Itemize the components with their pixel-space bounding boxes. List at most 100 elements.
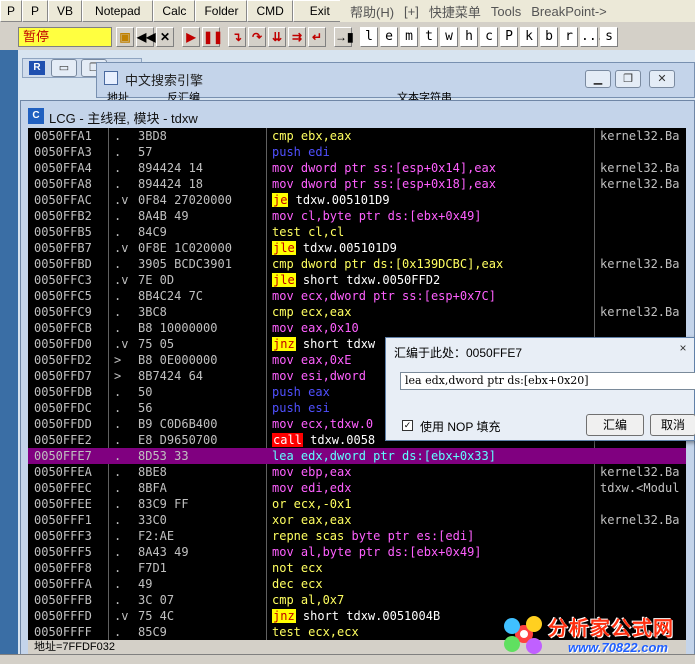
search-restore-icon[interactable]: ❐ (615, 70, 641, 88)
disasm-token: call (272, 433, 303, 447)
disasm-token: byte ptr es:[edi] (344, 529, 475, 543)
disasm-row[interactable]: 0050FFBD. 3905 BCDC3901 cmp dword ptr ds:[… (28, 256, 686, 272)
run-icon[interactable]: ▶ (182, 27, 200, 47)
launcher-p2-button[interactable]: P (22, 0, 49, 22)
disasm-flow-marker: . (114, 577, 122, 591)
disasm-row[interactable]: 0050FFF3. F2:AE repne scas byte ptr es:[ed… (28, 528, 686, 544)
launcher-exit-button[interactable]: Exit (292, 0, 347, 22)
disasm-hex: 3BC8 (138, 305, 167, 319)
disasm-flow-marker: . (114, 545, 122, 559)
disasm-address: 0050FFFD (34, 609, 92, 623)
menu-plus[interactable]: [+] (404, 4, 419, 19)
disasm-address: 0050FFA8 (34, 177, 92, 191)
disasm-row[interactable]: 0050FFA8. 894424 18 mov dword ptr ss:[esp+… (28, 176, 686, 192)
toolbar-h-button[interactable]: h (460, 27, 478, 47)
disasm-row[interactable]: 0050FFE7. 8D53 33 lea edx,dword ptr ds:[eb… (28, 448, 686, 464)
toolbar-s-button[interactable]: s (600, 27, 618, 47)
disasm-address: 0050FFA1 (34, 129, 92, 143)
toolbar-e-button[interactable]: e (380, 27, 398, 47)
close-process-icon[interactable]: ✕ (156, 27, 174, 47)
disasm-row[interactable]: 0050FFF1. 33C0 xor eax,eax kernel32.Ba (28, 512, 686, 528)
disasm-row[interactable]: 0050FFC9. 3BC8 cmp ecx,eax kernel32.Ba (28, 304, 686, 320)
disasm-row[interactable]: 0050FFB5. 84C9 test cl,cl (28, 224, 686, 240)
menu-tools[interactable]: Tools (491, 4, 521, 19)
disasm-flow-marker: . (114, 401, 122, 415)
toolbar-c-button[interactable]: c (480, 27, 498, 47)
menu-help[interactable]: 帮助(H) (350, 2, 394, 21)
open-icon[interactable]: ▣ (116, 27, 134, 47)
toolbar-w-button[interactable]: w (440, 27, 458, 47)
disasm-row[interactable]: 0050FFA3. 57 push edi (28, 144, 686, 160)
trace-into-icon[interactable]: ⇊ (268, 27, 286, 47)
minimize-icon[interactable]: ▭ (51, 59, 77, 77)
search-close-icon[interactable]: ✕ (649, 70, 675, 88)
status-indicator: 暂停 (18, 27, 112, 47)
launcher-p1-button[interactable]: P (0, 0, 23, 22)
disasm-row[interactable]: 0050FFAC .v 0F84 27020000 je tdxw.005101D9 (28, 192, 686, 208)
launcher-folder-button[interactable]: Folder (195, 0, 248, 22)
disasm-flow-marker: . (114, 497, 122, 511)
disasm-hex: 0F84 27020000 (138, 193, 232, 207)
disasm-flow-marker: > (114, 369, 122, 383)
disasm-row[interactable]: 0050FFCB. B8 10000000 mov eax,0x10 (28, 320, 686, 336)
disasm-hex: B8 0E000000 (138, 353, 218, 367)
cancel-button[interactable]: 取消 (650, 414, 695, 436)
disasm-instruction: jnz short tdxw (272, 336, 375, 352)
assemble-button[interactable]: 汇编 (586, 414, 644, 436)
disasm-token: mov ecx,tdxw.0 (272, 417, 374, 431)
window-r-icon: R (29, 61, 45, 75)
rewind-icon[interactable]: ◀◀ (136, 27, 155, 47)
search-minimize-icon[interactable]: ▁ (585, 70, 611, 88)
toolbar-t-button[interactable]: t (420, 27, 438, 47)
nop-fill-checkbox[interactable]: ✓ (402, 420, 413, 431)
cpu-window-icon: C (28, 108, 44, 124)
disasm-token: push edi (272, 145, 330, 159)
step-over-icon[interactable]: ↷ (248, 27, 266, 47)
disasm-comment: kernel32.Ba (600, 161, 680, 175)
launcher-notepad-button[interactable]: Notepad (82, 0, 154, 22)
disasm-token: or ecx,-0x1 (272, 497, 352, 511)
disasm-instruction: mov esi,dword (272, 368, 366, 384)
execute-till-return-icon[interactable]: ↵ (308, 27, 326, 47)
toolbar-p-button[interactable]: P (500, 27, 518, 47)
launcher-calc-button[interactable]: Calc (153, 0, 196, 22)
pause-icon[interactable]: ❚❚ (202, 27, 223, 47)
disasm-token: cmp ebx,eax (272, 129, 352, 143)
disasm-row[interactable]: 0050FFEA. 8BE8 mov ebp,eax kernel32.Ba (28, 464, 686, 480)
menu-bar: 帮助(H) [+] 快捷菜单 Tools BreakPoint-> (340, 0, 695, 22)
disasm-row[interactable]: 0050FFF5. 8A43 49 mov al,byte ptr ds:[ebx+… (28, 544, 686, 560)
disasm-row[interactable]: 0050FFB7 .v 0F8E 1C020000 jle tdxw.005101D9 (28, 240, 686, 256)
disasm-token: short tdxw.0051004B (295, 609, 441, 623)
toolbar-l-button[interactable]: l (360, 27, 378, 47)
disasm-row[interactable]: 0050FFA1. 3BD8 cmp ebx,eax kernel32.Ba (28, 128, 686, 144)
disasm-address: 0050FFA4 (34, 161, 92, 175)
disasm-token: mov al,byte ptr ds:[ebx+0x49] (272, 545, 482, 559)
menu-quick[interactable]: 快捷菜单 (429, 2, 481, 21)
disasm-token: repne scas (272, 529, 345, 543)
disasm-row[interactable]: 0050FFEE. 83C9 FF or ecx,-0x1 (28, 496, 686, 512)
toolbar-m-button[interactable]: m (400, 27, 418, 47)
menu-breakpoint[interactable]: BreakPoint-> (531, 4, 607, 19)
disasm-row[interactable]: 0050FFA4. 894424 14 mov dword ptr ss:[esp+… (28, 160, 686, 176)
disasm-row[interactable]: 0050FFFA. 49 dec ecx (28, 576, 686, 592)
close-icon[interactable]: × (672, 340, 694, 356)
disasm-flow-marker: . (114, 481, 122, 495)
disasm-row[interactable]: 0050FFF8. F7D1 not ecx (28, 560, 686, 576)
toolbar-dots-button[interactable]: ... (580, 27, 604, 47)
disasm-row[interactable]: 0050FFC5. 8B4C24 7C mov ecx,dword ptr ss:[… (28, 288, 686, 304)
goto-icon[interactable]: →▮ (334, 27, 354, 47)
launcher-vb-button[interactable]: VB (48, 0, 83, 22)
disasm-instruction: mov dword ptr ss:[esp+0x18],eax (272, 176, 496, 192)
disasm-hex: 85C9 (138, 625, 167, 639)
toolbar-r-button[interactable]: r (560, 27, 578, 47)
toolbar-k-button[interactable]: k (520, 27, 538, 47)
disasm-row[interactable]: 0050FFB2. 8A4B 49 mov cl,byte ptr ds:[ebx+… (28, 208, 686, 224)
trace-over-icon[interactable]: ⇉ (288, 27, 306, 47)
disasm-token: je (272, 193, 289, 207)
disasm-row[interactable]: 0050FFC3 .v 7E 0D jle short tdxw.0050FFD2 (28, 272, 686, 288)
launcher-cmd-button[interactable]: CMD (247, 0, 293, 22)
step-into-icon[interactable]: ↴ (228, 27, 246, 47)
toolbar-b-button[interactable]: b (540, 27, 558, 47)
assemble-input[interactable]: lea edx,dword ptr ds:[ebx+0x20] (400, 372, 695, 390)
disasm-row[interactable]: 0050FFEC. 8BFA mov edi,edx tdxw.<Modul (28, 480, 686, 496)
